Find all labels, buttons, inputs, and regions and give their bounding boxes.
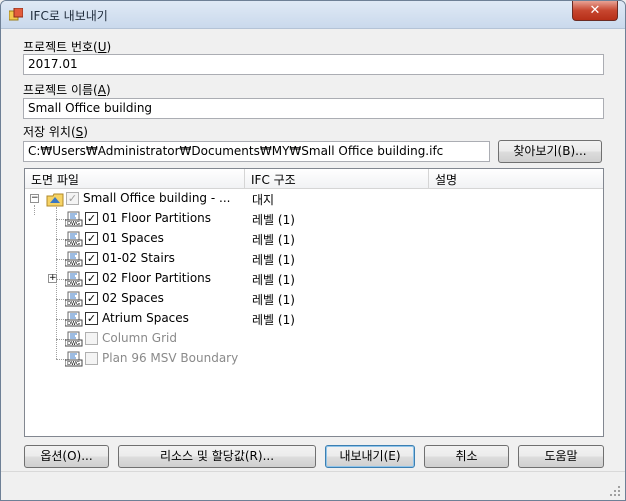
item-name: Column Grid [102,331,177,345]
options-button[interactable]: 옵션(O)... [24,445,109,468]
root-checkbox[interactable]: ✓ [66,192,79,205]
cancel-button[interactable]: 취소 [424,445,509,468]
item-name: 02 Spaces [102,291,164,305]
item-checkbox[interactable]: ✓ [85,272,98,285]
tree-item-row[interactable]: + DWG ✓ 02 Floor Partitions 레벨 (1) [25,269,603,289]
tree-item-row[interactable]: DWG Plan 96 MSV Boundary [25,349,603,369]
dwg-file-icon: DWG [65,351,83,367]
column-header-ifc-structure[interactable]: IFC 구조 [245,169,429,189]
app-icon [9,8,23,21]
svg-text:DWG: DWG [67,221,80,227]
item-name: 01 Spaces [102,231,164,245]
collapse-icon[interactable]: − [30,194,39,203]
browse-button[interactable]: 찾아보기(B)... [498,140,602,163]
dwg-file-icon: DWG [65,211,83,227]
svg-text:DWG: DWG [67,281,80,287]
dwg-file-icon: DWG [65,251,83,267]
help-button[interactable]: 도움말 [518,445,604,468]
item-name: Plan 96 MSV Boundary [102,351,239,365]
project-number-field[interactable]: 2017.01 [23,54,604,75]
save-location-field[interactable]: C:₩Users₩Administrator₩Documents₩MY₩Smal… [23,141,490,162]
project-name-field[interactable]: Small Office building [23,98,604,119]
export-ifc-dialog: IFC로 내보내기 ✕ 프로젝트 번호(U) 2017.01 프로젝트 이름(A… [0,0,626,501]
project-name-label: 프로젝트 이름(A) [23,83,111,97]
tree-item-row[interactable]: DWG ✓ Atrium Spaces 레벨 (1) [25,309,603,329]
project-folder-icon [46,193,64,207]
export-button[interactable]: 내보내기(E) [325,445,415,468]
item-structure: 레벨 (1) [252,273,295,287]
item-checkbox[interactable]: ✓ [85,212,98,225]
resources-button[interactable]: 리소스 및 할당값(R)... [118,445,316,468]
item-checkbox[interactable]: ✓ [85,252,98,265]
item-structure: 레벨 (1) [252,213,295,227]
root-structure: 대지 [252,193,275,207]
item-structure: 레벨 (1) [252,313,295,327]
svg-text:DWG: DWG [67,261,80,267]
title-bar[interactable]: IFC로 내보내기 ✕ [1,1,625,29]
resize-grip-icon[interactable] [609,485,621,497]
dwg-file-icon: DWG [65,291,83,307]
svg-text:DWG: DWG [67,301,80,307]
window-title: IFC로 내보내기 [30,9,108,23]
tree-item-row[interactable]: DWG ✓ 02 Spaces 레벨 (1) [25,289,603,309]
close-button[interactable]: ✕ [572,1,618,21]
item-name: 01-02 Stairs [102,251,175,265]
tree-item-row[interactable]: DWG ✓ 01 Floor Partitions 레벨 (1) [25,209,603,229]
save-location-label: 저장 위치(S) [23,125,88,139]
dwg-file-icon: DWG [65,331,83,347]
item-checkbox[interactable]: ✓ [85,292,98,305]
status-bar [1,471,625,500]
dwg-file-icon: DWG [65,271,83,287]
column-header-description[interactable]: 설명 [429,169,603,189]
item-structure: 레벨 (1) [252,253,295,267]
tree-root-row[interactable]: − ✓ Small Office building - ... 대지 [25,189,603,209]
dwg-file-icon: DWG [65,231,83,247]
item-checkbox[interactable] [85,332,98,345]
svg-text:DWG: DWG [67,341,80,347]
item-structure: 레벨 (1) [252,293,295,307]
item-name: 02 Floor Partitions [102,271,212,285]
tree-item-row[interactable]: DWG ✓ 01 Spaces 레벨 (1) [25,229,603,249]
dwg-file-icon: DWG [65,311,83,327]
item-checkbox[interactable]: ✓ [85,232,98,245]
item-name: 01 Floor Partitions [102,211,212,225]
item-name: Atrium Spaces [102,311,189,325]
svg-text:DWG: DWG [67,321,80,327]
svg-text:DWG: DWG [67,241,80,247]
project-number-label: 프로젝트 번호(U) [23,40,112,54]
expand-icon[interactable]: + [48,274,57,283]
item-structure: 레벨 (1) [252,233,295,247]
tree-item-row[interactable]: DWG ✓ 01-02 Stairs 레벨 (1) [25,249,603,269]
drawing-file-tree[interactable]: 도면 파일 IFC 구조 설명 − ✓ Small Office buildin… [24,168,604,437]
column-header-drawing-file[interactable]: 도면 파일 [25,169,245,189]
root-name: Small Office building - ... [83,191,231,205]
tree-item-row[interactable]: DWG Column Grid [25,329,603,349]
svg-text:DWG: DWG [67,361,80,367]
item-checkbox[interactable]: ✓ [85,312,98,325]
item-checkbox[interactable] [85,352,98,365]
